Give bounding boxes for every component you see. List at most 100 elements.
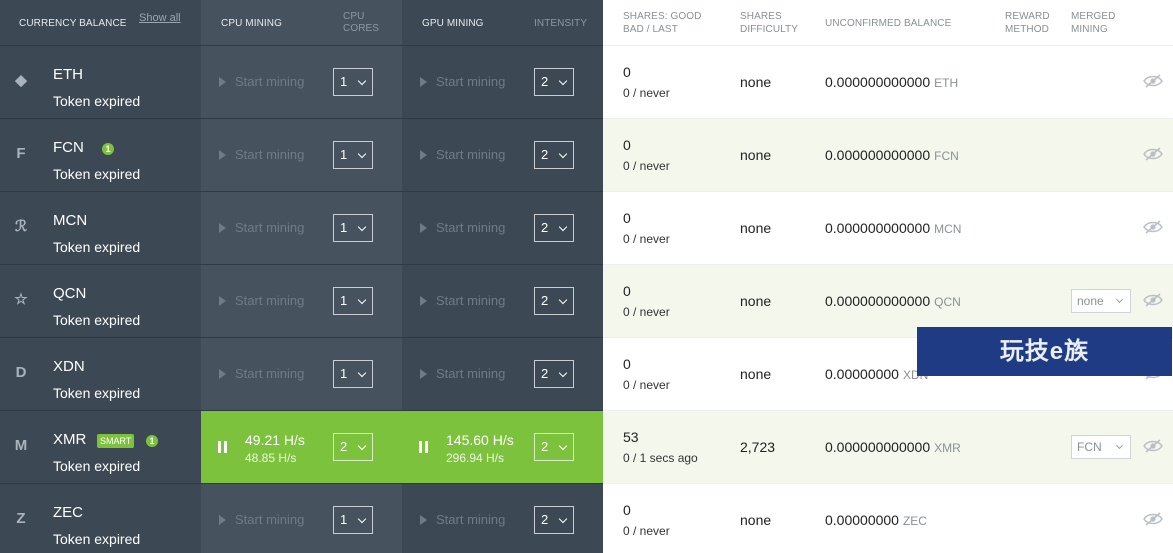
unconfirmed-balance: 0.000000000000 XMR	[825, 439, 961, 455]
shares-good: 0	[623, 137, 631, 153]
chevron-down-icon	[558, 368, 568, 378]
gpu-hashrate-avg: 296.94 H/s	[446, 451, 505, 465]
shares-bad-last: 0 / never	[623, 159, 670, 173]
show-all-link[interactable]: Show all	[139, 12, 181, 24]
header-shares-difficulty: SHARES DIFFICULTY	[740, 11, 799, 35]
shares-difficulty: none	[740, 147, 772, 163]
currency-name: ZEC	[53, 504, 83, 521]
shares-bad-last: 0 / never	[623, 378, 670, 392]
currency-name: MCN	[53, 212, 88, 229]
token-status: Token expired	[53, 531, 141, 547]
cpu-start-mining-button[interactable]: Start mining	[219, 74, 304, 89]
stats-cells: 0 0 / never none 0.00000000 ZEC	[603, 484, 1173, 553]
gpu-start-mining-button[interactable]: Start mining	[420, 293, 505, 308]
chevron-down-icon	[558, 76, 568, 86]
currency-name: XDN	[53, 358, 85, 375]
intensity-select[interactable]: 2	[534, 141, 574, 169]
gpu-start-mining-button[interactable]: Start mining	[420, 220, 505, 235]
gpu-start-mining-button[interactable]: Start mining	[420, 366, 505, 381]
hide-eye-icon[interactable]	[1143, 512, 1163, 526]
cpu-cores-select[interactable]: 1	[333, 506, 373, 534]
cpu-cores-select[interactable]: 1	[333, 68, 373, 96]
shares-difficulty: none	[740, 220, 772, 236]
intensity-select[interactable]: 2	[534, 506, 574, 534]
cpu-cores-select[interactable]: 1	[333, 214, 373, 242]
gpu-start-mining-button[interactable]: Start mining	[420, 147, 505, 162]
cpu-cores-select[interactable]: 1	[333, 360, 373, 388]
token-status: Token expired	[53, 166, 141, 182]
unconfirmed-balance: 0.000000000000 ETH	[825, 74, 959, 90]
hide-eye-icon[interactable]	[1143, 220, 1163, 234]
cpu-start-mining-button[interactable]: Start mining	[219, 220, 304, 235]
cpu-hashrate-avg: 48.85 H/s	[245, 451, 297, 465]
chevron-down-icon	[357, 514, 367, 524]
play-icon	[219, 222, 226, 233]
cpu-start-mining-button[interactable]: Start mining	[219, 512, 304, 527]
merged-mining-select[interactable]: FCN	[1071, 435, 1131, 459]
shares-good: 0	[623, 356, 631, 372]
chevron-down-icon	[357, 441, 367, 451]
balance-currency: MCN	[934, 222, 962, 236]
gpu-start-mining-button[interactable]: Start mining	[420, 74, 505, 89]
ethereum-icon: ◆	[15, 72, 27, 89]
cpu-start-mining-button[interactable]: Start mining	[219, 366, 304, 381]
intensity-select[interactable]: 2	[534, 214, 574, 242]
chevron-down-icon	[357, 222, 367, 232]
play-icon	[420, 295, 427, 306]
shares-difficulty: none	[740, 512, 772, 528]
gpu-start-mining-button[interactable]: Start mining	[420, 512, 505, 527]
shares-bad-last: 0 / never	[623, 232, 670, 246]
token-status: Token expired	[53, 385, 141, 401]
hide-eye-icon[interactable]	[1143, 74, 1163, 88]
balance-currency: XMR	[934, 441, 961, 455]
hide-eye-icon[interactable]	[1143, 439, 1163, 453]
play-icon	[420, 149, 427, 160]
header-cpu-mining: CPU MINING	[221, 17, 282, 29]
cpu-cores-select[interactable]: 1	[333, 287, 373, 315]
header-gpu-mining: GPU MINING	[422, 17, 484, 29]
shares-bad-last: 0 / 1 secs ago	[623, 451, 698, 465]
stats-cells: 53 0 / 1 secs ago 2,723 0.000000000000 XM…	[603, 411, 1173, 484]
shares-good: 53	[623, 429, 639, 445]
chevron-down-icon	[357, 295, 367, 305]
hide-eye-icon[interactable]	[1143, 293, 1163, 307]
chevron-down-icon	[357, 76, 367, 86]
pause-icon[interactable]	[218, 441, 228, 453]
play-icon	[219, 76, 226, 87]
merged-mining-select[interactable]: none	[1071, 289, 1131, 313]
watermark-logo: 玩技e族	[917, 327, 1172, 376]
balance-currency: ETH	[934, 76, 959, 90]
notification-badge: 1	[102, 143, 114, 155]
play-icon	[219, 368, 226, 379]
shares-difficulty: none	[740, 366, 772, 382]
token-status: Token expired	[53, 458, 141, 474]
header-intensity: INTENSITY	[534, 17, 588, 29]
unconfirmed-balance: 0.000000000000 FCN	[825, 147, 959, 163]
balance-currency: QCN	[934, 295, 961, 309]
play-icon	[420, 368, 427, 379]
chevron-down-icon	[558, 149, 568, 159]
intensity-select[interactable]: 2	[534, 433, 574, 461]
currency-name: ETH	[53, 66, 83, 83]
token-status: Token expired	[53, 312, 141, 328]
unconfirmed-balance: 0.000000000000 MCN	[825, 220, 962, 236]
intensity-select[interactable]: 2	[534, 287, 574, 315]
gpu-mining-active: 145.60 H/s 296.94 H/s 2	[402, 411, 603, 484]
mcn-icon: ℛ	[15, 218, 27, 235]
cpu-mining-active: 49.21 H/s 48.85 H/s 2	[201, 411, 402, 484]
shares-bad-last: 0 / never	[623, 524, 670, 538]
cpu-start-mining-button[interactable]: Start mining	[219, 147, 304, 162]
cpu-cores-select[interactable]: 2	[333, 433, 373, 461]
cpu-start-mining-button[interactable]: Start mining	[219, 293, 304, 308]
shares-difficulty: 2,723	[740, 439, 776, 455]
intensity-select[interactable]: 2	[534, 68, 574, 96]
pause-icon[interactable]	[419, 441, 429, 453]
cpu-cores-select[interactable]: 1	[333, 141, 373, 169]
hide-eye-icon[interactable]	[1143, 147, 1163, 161]
chevron-down-icon	[1115, 295, 1124, 304]
intensity-select[interactable]: 2	[534, 360, 574, 388]
token-status: Token expired	[53, 239, 141, 255]
token-status: Token expired	[53, 93, 141, 109]
shares-good: 0	[623, 502, 631, 518]
fcn-icon: F	[16, 145, 26, 162]
